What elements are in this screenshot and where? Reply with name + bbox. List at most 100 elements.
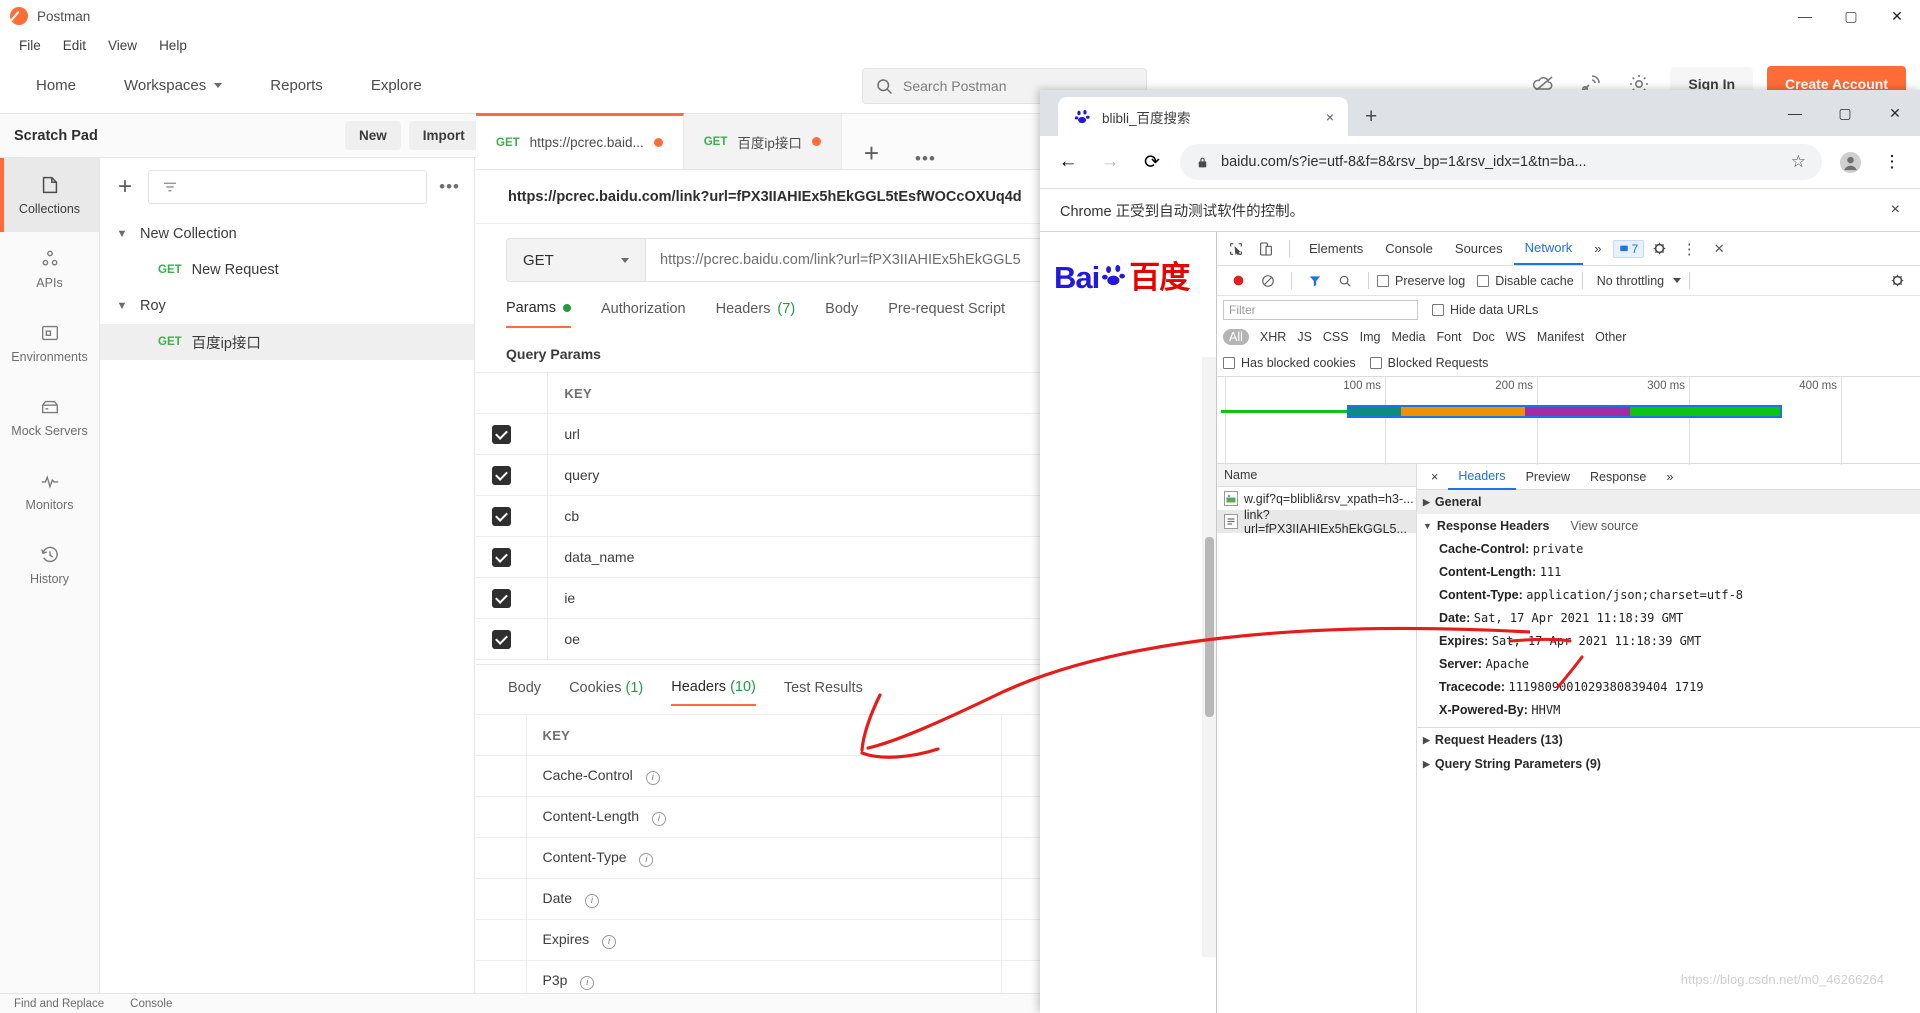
method-select[interactable]: GET — [506, 238, 646, 282]
type-filter-ws[interactable]: WS — [1506, 330, 1526, 344]
tree-request-new-request[interactable]: GET New Request — [100, 252, 474, 288]
forward-arrow-icon[interactable]: → — [1096, 148, 1124, 176]
filter-icon[interactable] — [1300, 266, 1330, 296]
param-checkbox[interactable] — [476, 413, 549, 455]
type-filter-xhr[interactable]: XHR — [1260, 330, 1286, 344]
postman-minimize-button[interactable]: — — [1782, 0, 1828, 32]
response-tab-headers[interactable]: Headers (10) — [671, 679, 756, 706]
tab-console[interactable]: Console — [1374, 233, 1444, 264]
search-icon[interactable] — [1330, 266, 1360, 296]
new-tab-button[interactable]: + — [842, 138, 901, 169]
nav-home[interactable]: Home — [12, 69, 100, 102]
new-button[interactable]: New — [345, 121, 401, 150]
response-tab-cookies[interactable]: Cookies (1) — [569, 680, 643, 705]
tree-folder-roy[interactable]: ▼ Roy — [100, 288, 474, 324]
detail-tab-response[interactable]: Response — [1580, 465, 1656, 489]
type-filter-font[interactable]: Font — [1437, 330, 1462, 344]
chrome-close-button[interactable]: ✕ — [1870, 90, 1920, 136]
close-icon[interactable]: × — [1326, 109, 1334, 125]
info-icon[interactable]: i — [651, 812, 666, 826]
detail-tab-headers[interactable]: Headers — [1448, 464, 1516, 490]
chrome-maximize-button[interactable]: ▢ — [1820, 90, 1870, 136]
section-response-headers[interactable]: ▼ Response Headers View source — [1417, 514, 1920, 538]
tree-request-baidu-ip[interactable]: GET 百度ip接口 — [100, 324, 474, 360]
inspect-element-icon[interactable] — [1221, 234, 1251, 264]
info-icon[interactable]: i — [645, 771, 660, 785]
type-filter-doc[interactable]: Doc — [1473, 330, 1495, 344]
device-toolbar-icon[interactable] — [1251, 234, 1281, 264]
status-console[interactable]: Console — [130, 998, 172, 1010]
page-scrollbar[interactable] — [1202, 357, 1216, 957]
type-filter-img[interactable]: Img — [1360, 330, 1381, 344]
nav-reports[interactable]: Reports — [246, 69, 347, 102]
network-filter-input[interactable]: Filter — [1223, 300, 1418, 320]
postman-maximize-button[interactable]: ▢ — [1828, 0, 1874, 32]
star-icon[interactable]: ☆ — [1791, 152, 1806, 172]
sidebar-item-apis[interactable]: APIs — [0, 232, 99, 306]
sidebar-item-mock-servers[interactable]: Mock Servers — [0, 380, 99, 454]
info-icon[interactable]: i — [584, 894, 599, 908]
back-arrow-icon[interactable]: ← — [1054, 148, 1082, 176]
reload-icon[interactable]: ⟳ — [1138, 148, 1166, 176]
has-blocked-cookies-checkbox[interactable] — [1223, 357, 1235, 369]
type-filter-manifest[interactable]: Manifest — [1537, 330, 1584, 344]
more-tabs-icon[interactable]: » — [1583, 233, 1612, 264]
preserve-log-checkbox[interactable] — [1377, 274, 1389, 287]
disable-cache-checkbox[interactable] — [1477, 274, 1490, 287]
tab-headers[interactable]: Headers (7) — [716, 301, 796, 327]
section-general[interactable]: ▶ General — [1417, 490, 1920, 514]
tab-params[interactable]: Params — [506, 300, 571, 328]
network-settings-gear-icon[interactable] — [1882, 266, 1912, 296]
section-request-headers[interactable]: ▶ Request Headers (13) — [1417, 728, 1920, 752]
view-source-link[interactable]: View source — [1570, 519, 1638, 533]
tab-pre-request-script[interactable]: Pre-request Script — [888, 301, 1005, 327]
request-tab-2[interactable]: GET 百度ip接口 — [683, 114, 842, 169]
param-checkbox[interactable] — [476, 618, 549, 660]
sidebar-item-environments[interactable]: Environments — [0, 306, 99, 380]
import-button[interactable]: Import — [408, 121, 479, 150]
postman-close-button[interactable]: ✕ — [1874, 0, 1920, 32]
nav-workspaces[interactable]: Workspaces — [100, 69, 246, 102]
record-icon[interactable] — [1223, 266, 1253, 296]
network-overview-timeline[interactable]: 100 ms 200 ms 300 ms 400 ms — [1217, 376, 1920, 465]
info-icon[interactable]: i — [580, 976, 595, 990]
chrome-minimize-button[interactable]: — — [1770, 90, 1820, 136]
detail-more-icon[interactable]: » — [1656, 465, 1683, 489]
infobar-close-icon[interactable]: × — [1891, 201, 1900, 219]
tab-sources[interactable]: Sources — [1444, 233, 1514, 264]
chevron-down-icon[interactable] — [1673, 278, 1682, 283]
tree-folder-new-collection[interactable]: ▼ New Collection — [100, 216, 474, 252]
type-filter-all[interactable]: All — [1223, 329, 1249, 345]
tab-authorization[interactable]: Authorization — [601, 301, 686, 327]
kebab-menu-icon[interactable]: ⋮ — [1674, 234, 1704, 264]
more-icon[interactable]: ••• — [439, 177, 460, 197]
sidebar-item-collections[interactable]: Collections — [0, 158, 99, 232]
info-icon[interactable]: i — [639, 853, 654, 867]
type-filter-css[interactable]: CSS — [1323, 330, 1349, 344]
param-checkbox[interactable] — [476, 495, 549, 537]
tab-elements[interactable]: Elements — [1298, 233, 1374, 264]
menu-help[interactable]: Help — [148, 36, 198, 55]
sidebar-item-monitors[interactable]: Monitors — [0, 454, 99, 528]
avatar-icon[interactable] — [1836, 148, 1864, 176]
param-checkbox[interactable] — [476, 577, 549, 619]
menu-file[interactable]: File — [8, 36, 52, 55]
new-tab-button[interactable]: + — [1365, 105, 1377, 129]
menu-view[interactable]: View — [97, 36, 148, 55]
tab-body[interactable]: Body — [825, 301, 858, 327]
sidebar-item-history[interactable]: History — [0, 528, 99, 602]
kebab-menu-icon[interactable]: ⋮ — [1878, 148, 1906, 176]
plus-icon[interactable]: + — [114, 173, 136, 201]
detail-close-icon[interactable]: × — [1421, 465, 1448, 489]
type-filter-media[interactable]: Media — [1391, 330, 1425, 344]
list-item[interactable]: link?url=fPX3IIAHIEx5hEkGGL5... — [1217, 508, 1416, 536]
blocked-requests-checkbox[interactable] — [1369, 357, 1382, 369]
issues-badge[interactable]: 7 — [1612, 239, 1645, 258]
response-tab-body[interactable]: Body — [508, 680, 541, 705]
tabs-more-button[interactable]: ••• — [901, 149, 950, 169]
status-find-replace[interactable]: Find and Replace — [14, 998, 104, 1010]
param-checkbox[interactable] — [476, 454, 549, 496]
response-tab-test-results[interactable]: Test Results — [784, 680, 863, 705]
collections-filter-input[interactable] — [148, 170, 428, 204]
hide-data-urls-checkbox[interactable] — [1432, 304, 1444, 316]
